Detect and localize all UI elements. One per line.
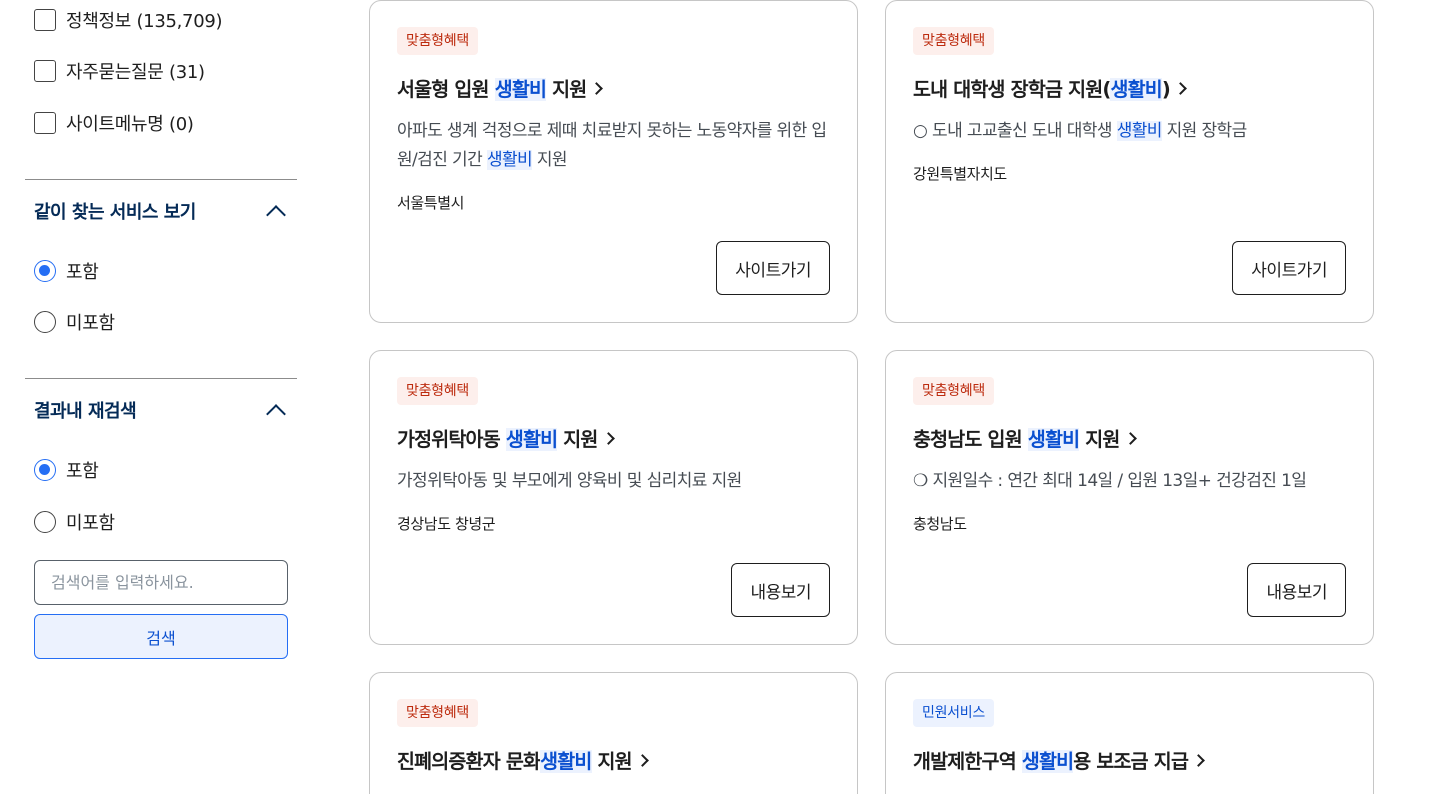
- title-text: 진폐의증환자 문화: [397, 750, 541, 773]
- radio-label: 포함: [66, 262, 99, 283]
- category-tag: 맞춤형혜택: [913, 27, 994, 55]
- radio-button[interactable]: [34, 260, 56, 282]
- divider: [25, 179, 297, 180]
- search-results-page: 정책정보 (135,709) 자주묻는질문 (31) 사이트메뉴명 (0) 같이…: [0, 0, 1451, 794]
- research-include-radio[interactable]: 포함: [34, 457, 99, 483]
- card-title-link[interactable]: 진폐의증환자 문화생활비 지원: [397, 745, 837, 774]
- desc-text: 지원: [532, 150, 568, 170]
- category-tag: 맞춤형혜택: [397, 377, 478, 405]
- title-text: 지원: [1079, 428, 1120, 451]
- category-tag: 맞춤형혜택: [397, 699, 478, 727]
- chevron-right-icon: [1192, 754, 1205, 767]
- title-highlight: 생활비: [1021, 750, 1074, 773]
- radio-label: 미포함: [66, 313, 115, 334]
- related-exclude-radio[interactable]: 미포함: [34, 309, 115, 335]
- card-description: 아파도 생계 걱정으로 제때 치료받지 못하는 노동약자를 위한 입원/검진 기…: [397, 117, 837, 175]
- checkbox[interactable]: [34, 112, 56, 134]
- chevron-up-icon: [266, 404, 286, 424]
- card-title-link[interactable]: 충청남도 입원 생활비 지원: [913, 423, 1353, 452]
- desc-highlight: 생활비: [486, 150, 533, 170]
- filter-category-policy[interactable]: 정책정보 (135,709): [34, 7, 223, 33]
- category-tag: 민원서비스: [913, 699, 994, 727]
- result-card: 민원서비스 개발제한구역 생활비용 보조금 지급: [885, 672, 1374, 794]
- chevron-up-icon: [266, 205, 286, 225]
- desc-text: 가정위탁아동 및 부모에게 양육비 및 심리치료 지원: [397, 471, 742, 491]
- category-tag: 맞춤형혜택: [913, 377, 994, 405]
- result-card: 맞춤형혜택 가정위탁아동 생활비 지원 가정위탁아동 및 부모에게 양육비 및 …: [369, 350, 858, 645]
- related-include-radio[interactable]: 포함: [34, 258, 99, 284]
- research-title: 결과내 재검색: [34, 401, 137, 422]
- filter-category-label: 사이트메뉴명 (0): [66, 114, 194, 135]
- site-link-button[interactable]: 사이트가기: [716, 241, 830, 295]
- card-region: 서울특별시: [397, 194, 465, 212]
- title-text: 충청남도 입원: [913, 428, 1028, 451]
- title-highlight: 생활비: [540, 750, 592, 773]
- title-text: 지원: [557, 428, 598, 451]
- title-highlight: 생활비: [494, 78, 547, 101]
- card-title-link[interactable]: 가정위탁아동 생활비 지원: [397, 423, 837, 452]
- title-highlight: 생활비: [1027, 428, 1080, 451]
- card-description: ○ 도내 고교출신 도내 대학생 생활비 지원 장학금: [913, 117, 1353, 146]
- card-region: 강원특별자치도: [913, 165, 1007, 183]
- title-text: 서울형 입원: [397, 78, 495, 101]
- desc-text: ❍ 지원일수 : 연간 최대 14일 / 입원 13일+ 건강검진 1일: [913, 471, 1307, 491]
- desc-text: 지원 장학금: [1161, 121, 1248, 141]
- site-link-button[interactable]: 사이트가기: [1232, 241, 1346, 295]
- chevron-right-icon: [601, 432, 615, 445]
- checkbox[interactable]: [34, 60, 56, 82]
- title-text: 도내 대학생 장학금 지원(: [913, 78, 1111, 101]
- view-content-button[interactable]: 내용보기: [731, 563, 830, 617]
- title-text: ): [1161, 78, 1171, 101]
- related-services-title: 같이 찾는 서비스 보기: [34, 202, 196, 223]
- result-card: 맞춤형혜택 서울형 입원 생활비 지원 아파도 생계 걱정으로 제때 치료받지 …: [369, 0, 858, 323]
- title-text: 용 보조금 지급: [1073, 750, 1189, 773]
- radio-button[interactable]: [34, 511, 56, 533]
- card-description: 가정위탁아동 및 부모에게 양육비 및 심리치료 지원: [397, 467, 837, 496]
- title-text: 개발제한구역: [913, 750, 1022, 773]
- title-highlight: 생활비: [505, 428, 558, 451]
- title-text: 가정위탁아동: [397, 428, 506, 451]
- divider: [25, 378, 297, 379]
- card-region: 경상남도 창녕군: [397, 515, 496, 533]
- research-search-button[interactable]: 검색: [34, 614, 288, 659]
- desc-text: 아파도 생계 걱정으로 제때 치료받지 못하는 노동약자를 위한 입원/검진 기…: [397, 121, 827, 170]
- result-card: 맞춤형혜택 충청남도 입원 생활비 지원 ❍ 지원일수 : 연간 최대 14일 …: [885, 350, 1374, 645]
- research-exclude-radio[interactable]: 미포함: [34, 509, 115, 535]
- view-content-button[interactable]: 내용보기: [1247, 563, 1346, 617]
- chevron-right-icon: [1174, 82, 1187, 95]
- radio-label: 미포함: [66, 513, 115, 534]
- chevron-right-icon: [635, 754, 649, 767]
- radio-button[interactable]: [34, 311, 56, 333]
- card-title-link[interactable]: 개발제한구역 생활비용 보조금 지급: [913, 745, 1353, 774]
- research-toggle[interactable]: 결과내 재검색: [34, 395, 289, 425]
- desc-text: ○ 도내 고교출신 도내 대학생: [913, 121, 1117, 141]
- filter-category-sitemenu[interactable]: 사이트메뉴명 (0): [34, 110, 194, 136]
- radio-button[interactable]: [34, 459, 56, 481]
- result-card: 맞춤형혜택 진폐의증환자 문화생활비 지원: [369, 672, 858, 794]
- card-region: 충청남도: [913, 515, 967, 533]
- filter-category-faq[interactable]: 자주묻는질문 (31): [34, 58, 205, 84]
- radio-label: 포함: [66, 461, 99, 482]
- title-text: 지원: [546, 78, 587, 101]
- filter-category-label: 정책정보 (135,709): [66, 11, 223, 32]
- card-description: ❍ 지원일수 : 연간 최대 14일 / 입원 13일+ 건강검진 1일: [913, 467, 1353, 496]
- checkbox[interactable]: [34, 9, 56, 31]
- desc-highlight: 생활비: [1116, 121, 1162, 141]
- chevron-right-icon: [590, 82, 604, 95]
- title-highlight: 생활비: [1110, 78, 1163, 101]
- research-search-input[interactable]: [34, 560, 288, 605]
- card-title-link[interactable]: 도내 대학생 장학금 지원(생활비): [913, 73, 1353, 102]
- result-card: 맞춤형혜택 도내 대학생 장학금 지원(생활비) ○ 도내 고교출신 도내 대학…: [885, 0, 1374, 323]
- category-tag: 맞춤형혜택: [397, 27, 478, 55]
- title-text: 지원: [591, 750, 633, 773]
- related-services-toggle[interactable]: 같이 찾는 서비스 보기: [34, 196, 289, 226]
- chevron-right-icon: [1123, 432, 1137, 445]
- card-title-link[interactable]: 서울형 입원 생활비 지원: [397, 73, 837, 102]
- filter-category-label: 자주묻는질문 (31): [66, 62, 205, 83]
